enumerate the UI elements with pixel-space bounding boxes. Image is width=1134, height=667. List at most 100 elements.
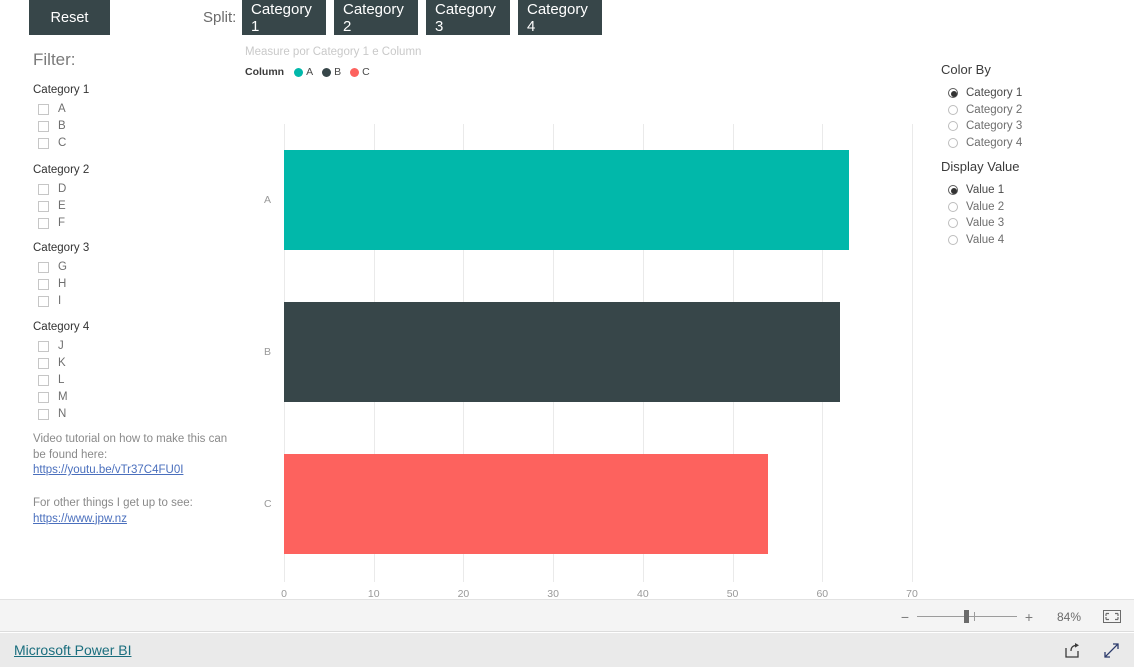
zoom-controls: − + 84% — [898, 600, 1122, 633]
reset-button[interactable]: Reset — [29, 0, 110, 35]
tutorial-note: Video tutorial on how to make this can b… — [33, 432, 229, 479]
checkbox-icon[interactable] — [38, 278, 49, 290]
checkbox-icon[interactable] — [38, 217, 49, 229]
bar-chart-visual[interactable]: Measure por Category 1 e Column Column A… — [236, 36, 936, 600]
filter-checkbox-m[interactable]: M — [33, 389, 223, 405]
filter-checkbox-g[interactable]: G — [33, 259, 223, 275]
filter-checkbox-l[interactable]: L — [33, 372, 223, 388]
options-panel: Color By Category 1 Category 2 Category … — [936, 36, 1134, 598]
filter-item-label: B — [58, 120, 66, 132]
color-by-option-category-3[interactable]: Category 3 — [948, 118, 1022, 135]
radio-icon[interactable] — [948, 121, 958, 132]
split-button-category-3[interactable]: Category 3 — [426, 0, 510, 35]
footer-actions — [1064, 633, 1120, 667]
checkbox-icon[interactable] — [38, 103, 49, 115]
color-by-option-category-4[interactable]: Category 4 — [948, 135, 1022, 152]
y-axis-category-label: A — [264, 194, 272, 206]
checkbox-icon[interactable] — [38, 295, 49, 307]
color-by-radio-group: Category 1 Category 2 Category 3 Categor… — [948, 85, 1022, 151]
legend-title: Column — [245, 66, 285, 78]
share-icon[interactable] — [1064, 642, 1081, 659]
display-value-option-label: Value 3 — [966, 217, 1005, 230]
filter-checkbox-c[interactable]: C — [33, 135, 223, 151]
chart-bar-b[interactable] — [284, 302, 841, 402]
filter-checkbox-b[interactable]: B — [33, 118, 223, 134]
zoom-slider-thumb[interactable] — [964, 610, 969, 623]
split-button-category-2[interactable]: Category 2 — [334, 0, 418, 35]
filter-checkbox-f[interactable]: F — [33, 215, 223, 231]
display-value-option-label: Value 1 — [966, 184, 1005, 197]
filter-checkbox-e[interactable]: E — [33, 198, 223, 214]
display-value-option-value-3[interactable]: Value 3 — [948, 215, 1004, 232]
radio-icon[interactable] — [948, 88, 958, 99]
filter-item-label: D — [58, 183, 67, 195]
filter-item-label: M — [58, 391, 68, 403]
display-value-title: Display Value — [941, 159, 1020, 174]
filter-item-label: F — [58, 217, 66, 229]
filter-group-title: Category 2 — [33, 164, 90, 176]
radio-icon[interactable] — [948, 201, 958, 212]
checkbox-icon[interactable] — [38, 340, 49, 352]
checkbox-icon[interactable] — [38, 391, 49, 403]
filter-item-label: G — [58, 261, 67, 273]
checkbox-icon[interactable] — [38, 183, 49, 195]
color-by-option-label: Category 4 — [966, 136, 1023, 149]
filter-checkbox-h[interactable]: H — [33, 276, 223, 292]
filter-checkbox-j[interactable]: J — [33, 338, 223, 354]
checkbox-icon[interactable] — [38, 120, 49, 132]
display-value-option-value-1[interactable]: Value 1 — [948, 182, 1004, 199]
y-axis-category-label: C — [264, 498, 272, 510]
personal-site-link[interactable]: https://www.jpw.nz — [33, 512, 229, 528]
fullscreen-icon[interactable] — [1103, 642, 1120, 659]
radio-icon[interactable] — [948, 218, 958, 229]
zoom-slider[interactable] — [917, 610, 1017, 623]
chart-bar-c[interactable] — [284, 454, 769, 554]
legend-item-c[interactable]: C — [350, 66, 370, 78]
power-bi-report: Reset Split: Category 1 Category 2 Categ… — [0, 0, 1134, 667]
radio-icon[interactable] — [948, 104, 958, 115]
radio-icon[interactable] — [948, 234, 958, 245]
legend-item-b[interactable]: B — [322, 66, 341, 78]
filter-item-label: H — [58, 278, 67, 290]
y-axis-category-label: B — [264, 346, 272, 358]
split-button-category-4[interactable]: Category 4 — [518, 0, 602, 35]
split-button-category-1[interactable]: Category 1 — [242, 0, 326, 35]
checkbox-icon[interactable] — [38, 261, 49, 273]
filter-checkbox-n[interactable]: N — [33, 406, 223, 422]
filter-checkbox-a[interactable]: A — [33, 101, 223, 117]
tutorial-note-line-1: Video tutorial on how to make this can — [33, 433, 228, 445]
color-by-option-label: Category 2 — [966, 103, 1023, 116]
color-by-option-category-1[interactable]: Category 1 — [948, 85, 1022, 102]
legend-item-label: A — [306, 66, 314, 78]
filter-group-category-2: Category 2 D E F — [33, 164, 223, 232]
zoom-out-button[interactable]: − — [898, 609, 912, 625]
zoom-in-button[interactable]: + — [1022, 609, 1036, 625]
checkbox-icon[interactable] — [38, 408, 49, 420]
filter-item-label: K — [58, 357, 66, 369]
checkbox-icon[interactable] — [38, 200, 49, 212]
tutorial-link[interactable]: https://youtu.be/vTr37C4FU0I — [33, 463, 229, 479]
filter-group-category-3: Category 3 G H I — [33, 242, 223, 310]
color-by-option-label: Category 1 — [966, 87, 1023, 100]
chart-plot-area[interactable]: 0 10 20 30 40 50 60 70 A B C — [260, 92, 936, 600]
checkbox-icon[interactable] — [38, 357, 49, 369]
radio-icon[interactable] — [948, 185, 958, 196]
filter-checkbox-k[interactable]: K — [33, 355, 223, 371]
filter-checkbox-d[interactable]: D — [33, 181, 223, 197]
filter-item-label: I — [58, 295, 62, 307]
display-value-option-value-4[interactable]: Value 4 — [948, 232, 1004, 249]
filter-group-title: Category 3 — [33, 242, 90, 254]
chart-bar-a[interactable] — [284, 150, 850, 250]
radio-icon[interactable] — [948, 137, 958, 148]
fit-to-page-icon[interactable] — [1102, 610, 1122, 624]
power-bi-brand-link[interactable]: Microsoft Power BI — [14, 633, 131, 667]
display-value-option-value-2[interactable]: Value 2 — [948, 199, 1004, 216]
legend-item-label: C — [362, 66, 370, 78]
checkbox-icon[interactable] — [38, 137, 49, 149]
checkbox-icon[interactable] — [38, 374, 49, 386]
color-by-option-category-2[interactable]: Category 2 — [948, 102, 1022, 119]
filter-item-label: J — [58, 340, 64, 352]
filter-checkbox-i[interactable]: I — [33, 293, 223, 309]
toolbar: Reset Split: Category 1 Category 2 Categ… — [0, 0, 1134, 36]
legend-item-a[interactable]: A — [294, 66, 313, 78]
